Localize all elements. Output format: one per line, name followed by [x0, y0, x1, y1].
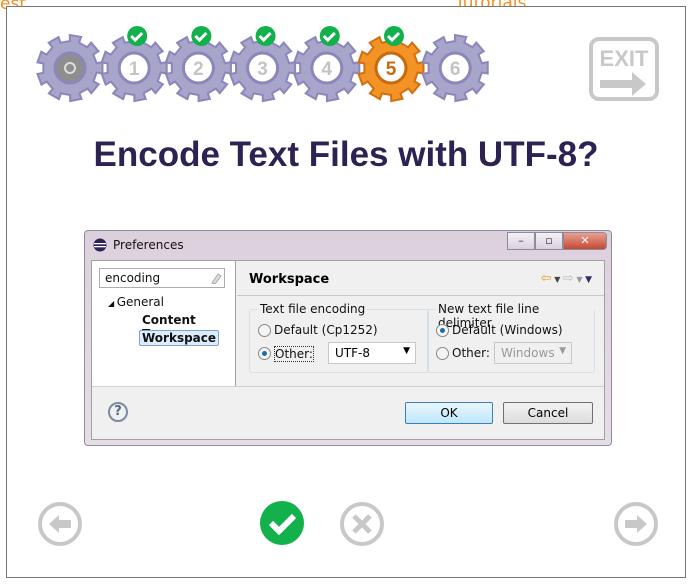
other-encoding-label: Other: — [274, 346, 314, 362]
back-menu-icon[interactable]: ▼ — [552, 275, 563, 284]
select-value: UTF-8 — [335, 346, 370, 360]
back-arrow-icon[interactable]: ⇦ — [541, 271, 552, 286]
other-encoding-radio[interactable] — [258, 347, 271, 360]
close-button[interactable]: ✕ — [563, 232, 607, 250]
group-label: Text file encoding — [258, 302, 368, 316]
minimize-button[interactable]: – — [507, 232, 535, 250]
step-gear-4[interactable]: 4 — [292, 26, 361, 103]
default-encoding-radio[interactable] — [258, 324, 271, 337]
default-encoding-label: Default (Cp1252) — [274, 323, 378, 337]
clear-filter-icon[interactable] — [210, 272, 222, 284]
delimiter-select[interactable]: Windows ▼ — [494, 342, 572, 364]
tree-item-workspace[interactable]: Workspace — [139, 330, 220, 346]
ok-button[interactable]: OK — [405, 402, 493, 424]
maximize-button[interactable]: ▫ — [535, 232, 563, 250]
cancel-button[interactable]: Cancel — [503, 402, 593, 424]
other-delimiter-radio[interactable] — [436, 347, 449, 360]
help-button[interactable]: ? — [108, 402, 128, 422]
dialog-title: Preferences — [113, 238, 184, 252]
select-value: Windows — [501, 346, 555, 360]
decline-button[interactable] — [339, 501, 385, 547]
step-number: 3 — [257, 59, 268, 80]
chevron-down-icon: ▼ — [403, 346, 410, 356]
step-gear-2[interactable]: 2 — [164, 26, 232, 103]
other-delimiter-label: Other: — [452, 346, 490, 360]
next-button[interactable] — [613, 501, 659, 547]
exit-button[interactable]: EXIT — [588, 36, 660, 102]
step-progress: 1 2 3 4 5 6 — [36, 26, 489, 103]
step-gear-6[interactable]: 6 — [421, 33, 489, 103]
filter-input[interactable]: encoding — [99, 268, 225, 288]
forward-arrow-icon[interactable]: ⇨ — [563, 271, 574, 286]
eclipse-icon — [93, 238, 107, 252]
step-number: 5 — [386, 59, 397, 80]
tree-label: General — [116, 295, 164, 309]
history-nav: ⇦ ▼ ⇨ ▼ ▼ — [541, 271, 592, 286]
delimiter-group: New text file line delimiter Default (Wi… — [427, 302, 595, 373]
expand-triangle-icon[interactable]: ◢ — [108, 299, 117, 308]
step-number: 1 — [129, 59, 140, 80]
back-button[interactable] — [37, 501, 83, 547]
chevron-down-icon: ▼ — [559, 346, 566, 356]
page-title: Encode Text Files with UTF-8? — [93, 135, 599, 174]
preferences-dialog: Preferences – ▫ ✕ encoding ◢ General Con… — [84, 230, 612, 446]
step-number: 4 — [322, 59, 333, 80]
preference-tree-panel: encoding ◢ General Content Types Workspa… — [92, 261, 236, 386]
view-menu-icon[interactable]: ▼ — [585, 275, 592, 285]
step-gear-5[interactable]: 5 — [357, 26, 425, 103]
step-gear-1[interactable]: 1 — [100, 26, 168, 103]
encoding-select[interactable]: UTF-8 ▼ — [328, 342, 416, 364]
step-number: 6 — [450, 59, 461, 80]
exit-label: EXIT — [600, 46, 649, 71]
step-gear-3[interactable]: 3 — [228, 26, 297, 103]
step-gear-intro[interactable] — [36, 33, 104, 103]
default-delimiter-label: Default (Windows) — [452, 323, 563, 337]
default-delimiter-radio[interactable] — [436, 324, 449, 337]
tree-item-general[interactable]: ◢ General — [108, 295, 164, 309]
preference-page: Workspace ⇦ ▼ ⇨ ▼ ▼ Text file encoding D… — [237, 261, 604, 386]
encoding-group: Text file encoding Default (Cp1252) Othe… — [249, 302, 429, 373]
accept-button[interactable] — [259, 500, 305, 546]
forward-menu-icon[interactable]: ▼ — [574, 275, 585, 284]
step-number: 2 — [193, 59, 204, 80]
